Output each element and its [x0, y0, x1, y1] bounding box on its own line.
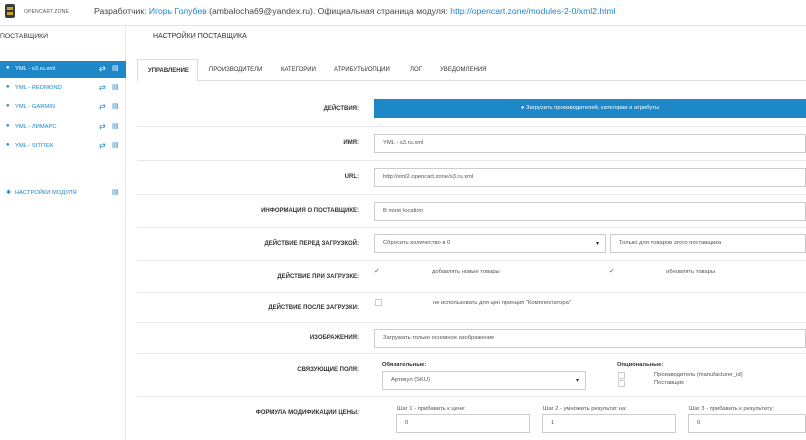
name-label: ИМЯ: — [343, 140, 359, 146]
chevron-down-icon: ▾ — [595, 241, 599, 247]
sidebar-item-limars[interactable]: ● YML - ЛИМАРС ⇄ ▤ — [0, 119, 126, 136]
before-load-select[interactable]: Сбросить количество в 0 ▾ — [374, 234, 606, 253]
step3-label: Шаг 3 - прибавить к результату: — [689, 406, 774, 412]
images-label: ИЗОБРАЖЕНИЯ: — [309, 335, 359, 341]
before-load-label: ДЕЙСТВИЕ ПЕРЕД ЗАГРУЗКОЙ: — [264, 241, 359, 247]
module-page-prefix: Официальная страница модуля: — [317, 6, 448, 16]
manufacturer-checkbox[interactable] — [618, 372, 625, 379]
tab-log[interactable]: ЛОГ — [410, 59, 422, 81]
sidebar-item-label: YML - ЛИМАРС — [15, 124, 57, 130]
exchange-icon[interactable]: ⇄ — [99, 141, 106, 150]
kompletator-checkbox[interactable] — [375, 299, 382, 306]
chevron-down-icon: ▾ — [575, 378, 579, 384]
save-icon[interactable]: ▤ — [112, 188, 119, 196]
developer-name-link[interactable]: Игорь Голубев — [149, 6, 207, 16]
module-page-link[interactable]: http://opencart.zone/modules-2-0/xml2.ht… — [450, 6, 615, 16]
developer-email: (ambalocha69@yandex.ru). — [209, 6, 316, 16]
before-load-select-value: Сбросить количество в 0 — [383, 240, 451, 246]
supplier-info-input[interactable]: В поле location — [374, 202, 806, 221]
optional-title: Опциональные: — [617, 362, 664, 368]
sidebar-item-s3[interactable]: ● YML - s3.ru.xml ⇄ ▤ — [0, 61, 126, 78]
url-input[interactable]: http://xml2.opencart.zone/s3.ru.xml — [374, 168, 806, 187]
sidebar-item-garmin[interactable]: ● YML - GARMIN ⇄ ▤ — [0, 99, 126, 116]
tab-notifications[interactable]: УВЕДОМЛЕНИЯ — [440, 59, 486, 81]
after-load-label: ДЕЙСТВИЕ ПОСЛЕ ЗАГРУЗКИ: — [268, 305, 359, 311]
supplier-icon: ● — [6, 123, 10, 129]
brand-text: OPENCART.ZONE — [24, 9, 70, 15]
price-formula-label: ФОРМУЛА МОДИФИКАЦИИ ЦЕНЫ: — [255, 410, 359, 416]
url-label: URL: — [344, 174, 359, 180]
during-load-label: ДЕЙСТВИЕ ПРИ ЗАГРУЗКЕ: — [277, 274, 359, 280]
sidebar-item-label: YML - GARMIN — [15, 104, 56, 110]
supplier-label: Поставщик — [654, 380, 684, 386]
step1-label: Шаг 1 - прибавить к цене: — [397, 406, 466, 412]
required-title: Обязательные: — [382, 362, 427, 368]
step2-label: Шаг 2 - умножить результат на: — [543, 406, 627, 412]
kompletator-label: не использовать для цен принцип "Комплек… — [433, 300, 571, 306]
row-during-load: ДЕЙСТВИЕ ПРИ ЗАГРУЗКЕ: — [137, 261, 806, 293]
sidebar-item-redmond[interactable]: ● YML - REDMOND ⇄ ▤ — [0, 80, 126, 97]
save-icon[interactable]: ▤ — [112, 141, 119, 149]
link-fields-label: СВЯЗУЮЩИЕ ПОЛЯ: — [297, 367, 359, 373]
supplier-info-label: ИНФОРМАЦИЯ О ПОСТАВЩИКЕ: — [261, 208, 359, 214]
sidebar-item-sititek[interactable]: ● YML - SITITEK ⇄ ▤ — [0, 138, 126, 155]
sidebar-item-label: YML - s3.ru.xml — [15, 66, 56, 72]
gear-icon: ✱ — [6, 190, 12, 196]
required-field-value: Артикул (SKU) — [391, 377, 431, 383]
top-bar: OPENCART.ZONE Разработчик: Игорь Голубев… — [0, 0, 806, 26]
save-icon[interactable]: ▤ — [112, 83, 119, 91]
supplier-icon: ● — [6, 142, 10, 148]
step3-input[interactable]: 0 — [688, 414, 806, 433]
required-field-select[interactable]: Артикул (SKU) ▾ — [382, 371, 586, 390]
exchange-icon[interactable]: ⇄ — [99, 122, 106, 131]
save-icon[interactable]: ▤ — [112, 102, 119, 110]
sidebar-item-label: YML - SITITEK — [15, 143, 54, 149]
exchange-icon[interactable]: ⇄ — [99, 102, 106, 111]
info-icon: ● — [520, 105, 525, 111]
tab-manufacturers[interactable]: ПРОИЗВОДИТЕЛИ — [209, 59, 262, 81]
actions-label: ДЕЙСТВИЯ: — [323, 106, 359, 112]
update-label: обновлять товары — [666, 269, 716, 275]
sidebar-item-label: НАСТРОЙКИ МОДУЛЯ — [15, 190, 77, 196]
tab-categories[interactable]: КАТЕГОРИИ — [281, 59, 316, 81]
row-after-load: ДЕЙСТВИЕ ПОСЛЕ ЗАГРУЗКИ: — [137, 293, 806, 323]
sidebar-title: ПОСТАВЩИКИ — [0, 33, 48, 40]
load-button[interactable]: ● Загрузить производителей, категории и … — [374, 99, 806, 118]
page-title: НАСТРОЙКИ ПОСТАВЩИКА — [153, 33, 247, 40]
developer-info: Разработчик: Игорь Голубев (ambalocha69@… — [94, 6, 616, 16]
exchange-icon[interactable]: ⇄ — [99, 83, 106, 92]
sidebar-item-label: YML - REDMOND — [15, 85, 62, 91]
supplier-checkbox[interactable] — [618, 380, 625, 387]
opencart-zone-logo-icon — [5, 4, 15, 18]
add-new-checkbox[interactable]: ✓ — [374, 267, 380, 275]
supplier-icon: ● — [6, 84, 10, 90]
developer-prefix: Разработчик: — [94, 6, 147, 16]
step2-input[interactable]: 1 — [542, 414, 676, 433]
images-select[interactable]: Загружать только основное изображение — [374, 329, 806, 348]
save-icon[interactable]: ▤ — [112, 122, 119, 130]
add-new-label: добавлять новые товары — [432, 269, 500, 275]
update-checkbox[interactable]: ✓ — [609, 267, 615, 275]
supplier-icon: ● — [6, 65, 10, 71]
tab-management[interactable]: УПРАВЛЕНИЕ — [137, 59, 198, 82]
tab-bar: УПРАВЛЕНИЕ ПРОИЗВОДИТЕЛИ КАТЕГОРИИ АТРИБ… — [137, 59, 806, 82]
load-button-label: Загрузить производителей, категории и ат… — [526, 105, 660, 111]
tab-attributes-options[interactable]: АТРИБУТЫ/ОПЦИИ — [334, 59, 390, 81]
supplier-icon: ● — [6, 103, 10, 109]
sidebar-item-module-settings[interactable]: ✱ НАСТРОЙКИ МОДУЛЯ ▤ — [0, 185, 126, 202]
step1-input[interactable]: 0 — [396, 414, 530, 433]
sidebar: ПОСТАВЩИКИ ● YML - s3.ru.xml ⇄ ▤ ● YML -… — [0, 26, 126, 440]
manufacturer-label: Производитель (manufacturer_id) — [654, 372, 743, 378]
before-load-scope-select[interactable]: Только для товаров этого поставщика — [610, 234, 806, 253]
name-input[interactable]: YML - s3.ru.xml — [374, 134, 806, 153]
save-icon[interactable]: ▤ — [112, 64, 119, 72]
exchange-icon[interactable]: ⇄ — [99, 64, 106, 73]
